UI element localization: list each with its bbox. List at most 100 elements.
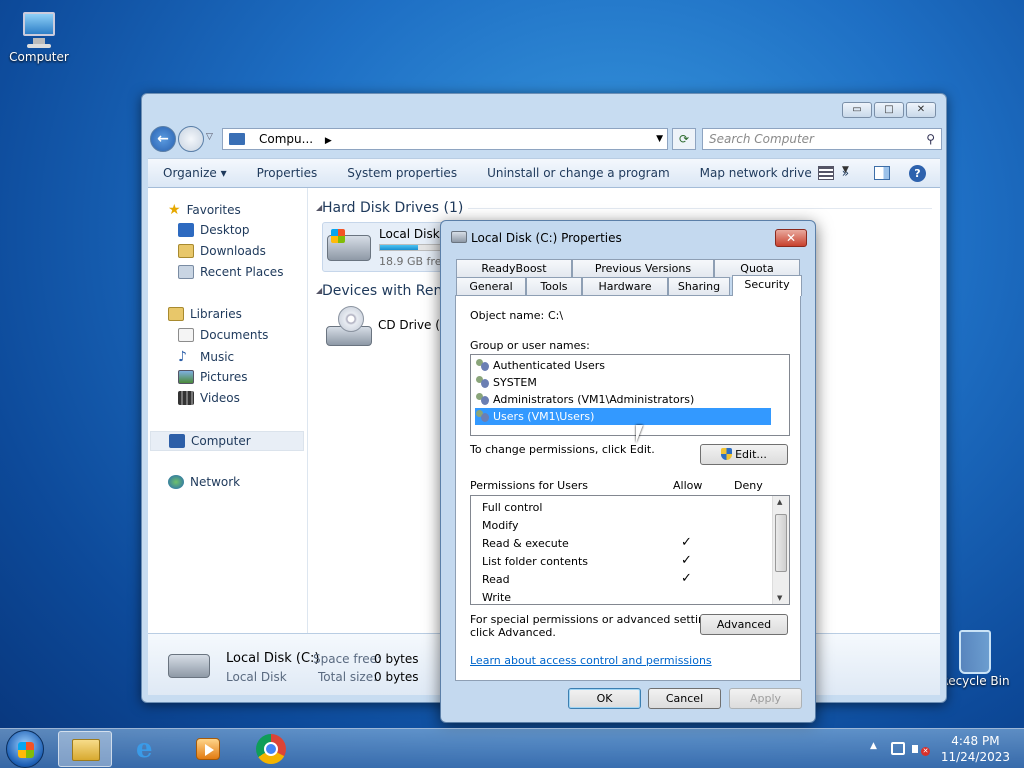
- nav-videos[interactable]: Videos: [178, 391, 240, 405]
- taskbar-ie-button[interactable]: e: [124, 731, 178, 767]
- clock[interactable]: 4:48 PM 11/24/2023: [941, 733, 1010, 765]
- map-network-drive-button[interactable]: Map network drive: [685, 166, 827, 180]
- users-icon: [475, 376, 490, 389]
- tab-readyboost[interactable]: ReadyBoost: [456, 259, 572, 277]
- nav-downloads[interactable]: Downloads: [178, 244, 266, 258]
- desktop-icon-recycle-label: Recycle Bin: [940, 674, 1010, 688]
- taskbar-explorer-button[interactable]: [58, 731, 112, 767]
- recent-pages-chevron-icon[interactable]: ▽: [206, 132, 213, 142]
- back-button[interactable]: ←: [150, 126, 176, 152]
- computer-icon: [19, 10, 59, 50]
- tab-tools[interactable]: Tools: [526, 277, 582, 295]
- user-list[interactable]: Authenticated Users SYSTEM Administrator…: [470, 354, 790, 436]
- list-item-authenticated-users[interactable]: Authenticated Users: [475, 357, 605, 374]
- windows-logo-icon: [331, 229, 345, 243]
- nav-desktop[interactable]: Desktop: [178, 223, 250, 237]
- total-size-value: 0 bytes: [374, 670, 419, 684]
- allow-column-header: Allow: [673, 479, 703, 492]
- list-item-system[interactable]: SYSTEM: [475, 374, 537, 391]
- ok-button[interactable]: OK: [568, 688, 641, 709]
- help-icon[interactable]: ?: [909, 165, 926, 182]
- dialog-close-button[interactable]: ✕: [775, 229, 807, 247]
- local-disk-c-item[interactable]: Local Disk ( 18.9 GB free: [322, 222, 449, 272]
- cd-drive-item[interactable]: CD Drive (D: [322, 306, 449, 356]
- uninstall-program-button[interactable]: Uninstall or change a program: [472, 166, 685, 180]
- system-properties-button[interactable]: System properties: [332, 166, 472, 180]
- scroll-up-arrow-icon[interactable]: ▲: [777, 498, 782, 506]
- start-button[interactable]: [6, 730, 44, 768]
- desktop-icon-recycle-bin[interactable]: Recycle Bin: [939, 630, 1011, 688]
- cancel-button[interactable]: Cancel: [648, 688, 721, 709]
- learn-access-control-link[interactable]: Learn about access control and permissio…: [470, 654, 712, 667]
- nav-pictures[interactable]: Pictures: [178, 370, 248, 384]
- chrome-icon: [256, 734, 286, 764]
- edit-button[interactable]: Edit...: [700, 444, 788, 465]
- nav-favorites[interactable]: ★ Favorites: [168, 202, 241, 218]
- recent-places-icon: [178, 265, 194, 279]
- refresh-icon[interactable]: ⟳: [672, 128, 696, 150]
- scroll-thumb[interactable]: [775, 514, 787, 572]
- show-hidden-icons-button[interactable]: ▲: [870, 741, 877, 751]
- nav-network[interactable]: Network: [168, 475, 240, 489]
- view-options-icon[interactable]: [818, 166, 834, 180]
- nav-recent-places[interactable]: Recent Places: [178, 265, 283, 279]
- maximize-button[interactable]: □: [874, 102, 904, 118]
- hdd-group-chevron-icon[interactable]: ◢: [316, 203, 322, 212]
- address-text: Compu...: [259, 132, 314, 146]
- dialog-title: Local Disk (C:) Properties: [471, 231, 622, 245]
- view-dropdown-icon[interactable]: ▼: [842, 165, 849, 175]
- recycle-bin-icon: [959, 630, 991, 674]
- tab-hardware[interactable]: Hardware: [582, 277, 668, 295]
- minimize-button[interactable]: ▭: [842, 102, 872, 118]
- special-permissions-text-2: click Advanced.: [470, 626, 556, 639]
- permission-read: Read: [482, 573, 510, 586]
- permission-modify: Modify: [482, 519, 519, 532]
- permissions-scrollbar[interactable]: ▲ ▼: [772, 496, 789, 604]
- tab-previous-versions[interactable]: Previous Versions: [572, 259, 714, 277]
- hdd-group-header: Hard Disk Drives (1): [322, 200, 464, 216]
- close-button[interactable]: ✕: [906, 102, 936, 118]
- taskbar-media-player-button[interactable]: [180, 731, 234, 767]
- properties-button[interactable]: Properties: [242, 166, 333, 180]
- forward-button[interactable]: [178, 126, 204, 152]
- nav-computer[interactable]: Computer: [150, 431, 304, 451]
- nav-documents[interactable]: Documents: [178, 328, 268, 342]
- star-icon: ★: [168, 202, 181, 218]
- special-permissions-text-1: For special permissions or advanced sett…: [470, 613, 722, 626]
- folder-icon: [72, 739, 100, 761]
- scroll-down-arrow-icon[interactable]: ▼: [777, 594, 782, 602]
- space-free-label: Space free:: [313, 652, 382, 666]
- taskbar-chrome-button[interactable]: [246, 731, 300, 767]
- search-input[interactable]: Search Computer ⚲: [702, 128, 942, 150]
- hdd-group-divider: [468, 208, 932, 209]
- permissions-for-label: Permissions for Users: [470, 479, 588, 492]
- users-icon: [475, 410, 490, 423]
- preview-pane-icon[interactable]: [874, 166, 890, 180]
- desktop-icon-computer[interactable]: Computer: [3, 10, 75, 64]
- nav-music[interactable]: ♪ Music: [178, 349, 234, 365]
- tab-general[interactable]: General: [456, 277, 526, 295]
- list-item-administrators[interactable]: Administrators (VM1\Administrators): [475, 391, 694, 408]
- taskbar: e ▲ ✕ 4:48 PM 11/24/2023: [0, 728, 1024, 768]
- permission-list-folder-contents: List folder contents: [482, 555, 588, 568]
- volume-muted-icon[interactable]: ✕: [912, 741, 930, 757]
- tab-security[interactable]: Security: [732, 275, 802, 296]
- downloads-icon: [178, 244, 194, 258]
- devices-group-chevron-icon[interactable]: ◢: [316, 286, 322, 295]
- security-tab-panel: Object name: C:\ Group or user names: Au…: [455, 295, 801, 681]
- nav-libraries[interactable]: Libraries: [168, 307, 242, 321]
- organize-button[interactable]: Organize ▾: [148, 166, 242, 180]
- advanced-button[interactable]: Advanced: [700, 614, 788, 635]
- tab-sharing[interactable]: Sharing: [668, 277, 730, 295]
- address-dropdown-icon[interactable]: ▼: [656, 129, 663, 149]
- devices-group-header: Devices with Ren: [322, 283, 443, 299]
- apply-button[interactable]: Apply: [729, 688, 802, 709]
- local-disk-name: Local Disk (: [379, 227, 449, 241]
- space-free-value: 0 bytes: [374, 652, 419, 666]
- address-bar[interactable]: Compu... ▶ ▼: [222, 128, 668, 150]
- network-icon: [168, 475, 184, 489]
- permission-full-control: Full control: [482, 501, 543, 514]
- action-center-icon[interactable]: [891, 742, 905, 755]
- pictures-icon: [178, 370, 194, 384]
- list-item-users[interactable]: Users (VM1\Users): [475, 408, 771, 425]
